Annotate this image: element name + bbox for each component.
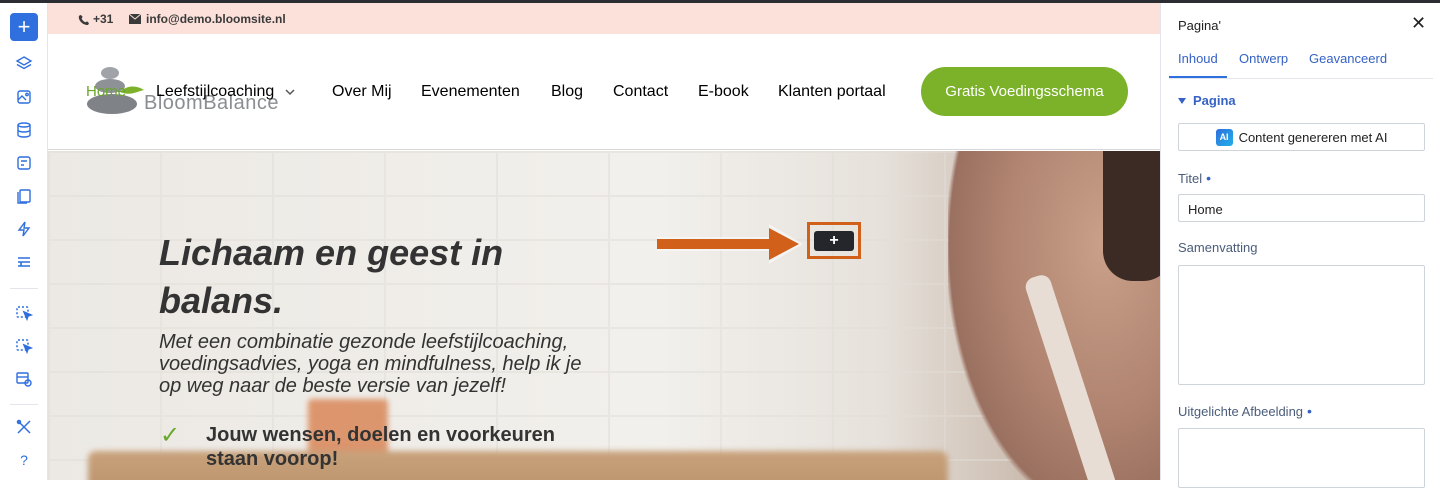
summary-field-label: Samenvatting	[1178, 240, 1258, 255]
mail-icon	[129, 14, 141, 24]
section-pagina-label: Pagina	[1193, 93, 1236, 108]
tab-geavanceerd[interactable]: Geavanceerd	[1309, 51, 1387, 66]
nav-leefstijlcoaching-label: Leefstijlcoaching	[156, 83, 275, 100]
toolbar-divider	[10, 288, 38, 289]
ai-icon: AI	[1215, 128, 1233, 146]
table-icon[interactable]	[10, 248, 38, 276]
annotation-highlight: +	[807, 222, 861, 259]
nav-contact[interactable]: Contact	[613, 83, 668, 101]
pages-icon[interactable]	[10, 182, 38, 210]
ai-generate-button[interactable]: AI Content genereren met AI	[1178, 123, 1425, 151]
editor-toolbar: + ?	[0, 3, 48, 480]
title-field-label: Titel •	[1178, 170, 1211, 186]
title-field[interactable]: Home	[1178, 194, 1425, 222]
settings-panel: Pagina' ✕ Inhoud Ontwerp Geavanceerd Pag…	[1160, 3, 1440, 488]
media-icon[interactable]	[10, 83, 38, 111]
required-dot-icon: •	[1307, 403, 1312, 419]
chevron-down-icon	[285, 89, 295, 96]
add-block-button[interactable]: +	[814, 230, 854, 251]
phone-info[interactable]: +31	[78, 12, 113, 26]
nav-leefstijlcoaching[interactable]: Leefstijlcoaching	[156, 83, 295, 101]
tab-inhoud[interactable]: Inhoud	[1169, 51, 1227, 78]
hero-subtitle: Met een combinatie gezonde leefstijlcoac…	[159, 331, 582, 397]
panel-tabs: Inhoud Ontwerp Geavanceerd	[1169, 43, 1433, 79]
nav-ebook[interactable]: E-book	[698, 83, 749, 101]
toolbar-divider	[10, 404, 38, 405]
required-dot-icon: •	[1206, 170, 1211, 186]
email-text: info@demo.bloomsite.nl	[146, 12, 286, 26]
caret-down-icon	[1178, 97, 1186, 104]
hero-person-hair	[1103, 151, 1160, 281]
page-canvas: +31 info@demo.bloomsite.nl BloomBalance …	[48, 3, 1160, 480]
help-icon[interactable]: ?	[10, 446, 38, 474]
form-icon[interactable]	[10, 149, 38, 177]
image-label-text: Uitgelichte Afbeelding	[1178, 404, 1304, 419]
panel-title: Pagina'	[1178, 18, 1221, 33]
hero-title: Lichaam en geest in balans.	[159, 232, 504, 321]
email-info[interactable]: info@demo.bloomsite.nl	[129, 12, 286, 26]
nav-over-mij[interactable]: Over Mij	[332, 83, 392, 101]
close-icon[interactable]: ✕	[1411, 13, 1426, 34]
add-icon[interactable]: +	[10, 13, 38, 41]
site-header: BloomBalance Home Leefstijlcoaching Over…	[48, 34, 1160, 150]
summary-textarea[interactable]	[1178, 265, 1425, 385]
nav-evenementen[interactable]: Evenementen	[421, 83, 520, 101]
add-glyph: +	[17, 14, 31, 39]
database-icon[interactable]	[10, 116, 38, 144]
tools-icon[interactable]	[10, 413, 38, 441]
preview-icon[interactable]	[10, 365, 38, 393]
layers-icon[interactable]	[10, 50, 38, 78]
checkmark-icon: ✓	[160, 422, 181, 449]
nav-home[interactable]: Home	[86, 83, 126, 100]
image-field-label: Uitgelichte Afbeelding •	[1178, 403, 1312, 419]
nav-klanten-portaal[interactable]: Klanten portaal	[778, 83, 886, 101]
top-info-bar: +31 info@demo.bloomsite.nl	[48, 3, 1160, 34]
hero-section[interactable]: Lichaam en geest in balans. Met een comb…	[48, 151, 1160, 480]
ai-generate-label: Content genereren met AI	[1238, 129, 1388, 145]
section-pagina-header[interactable]: Pagina	[1178, 93, 1236, 108]
lightning-icon[interactable]	[10, 215, 38, 243]
title-label-text: Titel	[1178, 171, 1203, 186]
featured-image-dropzone[interactable]	[1178, 428, 1425, 488]
phone-text: +31	[93, 12, 114, 26]
hero-bullet-point: Jouw wensen, doelen en voorkeuren staan …	[206, 424, 555, 470]
tab-ontwerp[interactable]: Ontwerp	[1239, 51, 1288, 66]
click-select-icon[interactable]	[10, 332, 38, 360]
annotation-arrow-icon	[657, 224, 803, 264]
nav-blog[interactable]: Blog	[551, 83, 583, 101]
click-edit-icon[interactable]	[10, 299, 38, 327]
cta-button[interactable]: Gratis Voedingsschema	[921, 67, 1128, 116]
phone-icon	[78, 14, 89, 25]
help-glyph: ?	[20, 452, 28, 468]
